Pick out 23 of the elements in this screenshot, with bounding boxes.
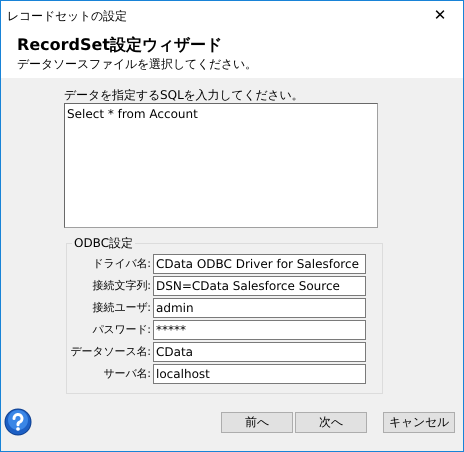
input-field[interactable]: CData ODBC Driver for Salesforce xyxy=(153,254,366,274)
input-field[interactable]: localhost xyxy=(153,364,366,384)
field-label: 接続ユーザ: xyxy=(91,300,152,316)
wizard-subtitle: データソースファイルを選択してください。 xyxy=(17,56,258,72)
field-label: 接続文字列: xyxy=(91,278,152,294)
input-field[interactable]: DSN=CData Salesforce Source xyxy=(153,276,366,296)
input-field[interactable]: admin xyxy=(153,298,366,318)
window-title: レコードセットの設定 xyxy=(7,8,127,24)
wizard-button[interactable]: 前へ xyxy=(221,412,293,432)
field-label: データソース名: xyxy=(69,344,152,360)
wizard-button[interactable]: キャンセル xyxy=(383,412,455,432)
wizard-title: RecordSet設定ウィザード xyxy=(17,34,224,56)
close-button[interactable]: ✕ xyxy=(417,1,463,30)
sql-label: データを指定するSQLを入力してください。 xyxy=(64,88,305,102)
sql-field[interactable]: Select * from Account xyxy=(64,103,378,228)
field-label: パスワード: xyxy=(91,322,152,338)
input-field[interactable]: ***** xyxy=(153,320,366,340)
input-field[interactable]: CData xyxy=(153,342,366,362)
group-title: ODBC設定 xyxy=(72,236,136,250)
help-icon[interactable] xyxy=(4,408,32,436)
field-label: ドライバ名: xyxy=(91,256,152,272)
field-label: サーバ名: xyxy=(102,366,152,382)
wizard-button[interactable]: 次へ xyxy=(295,412,367,432)
